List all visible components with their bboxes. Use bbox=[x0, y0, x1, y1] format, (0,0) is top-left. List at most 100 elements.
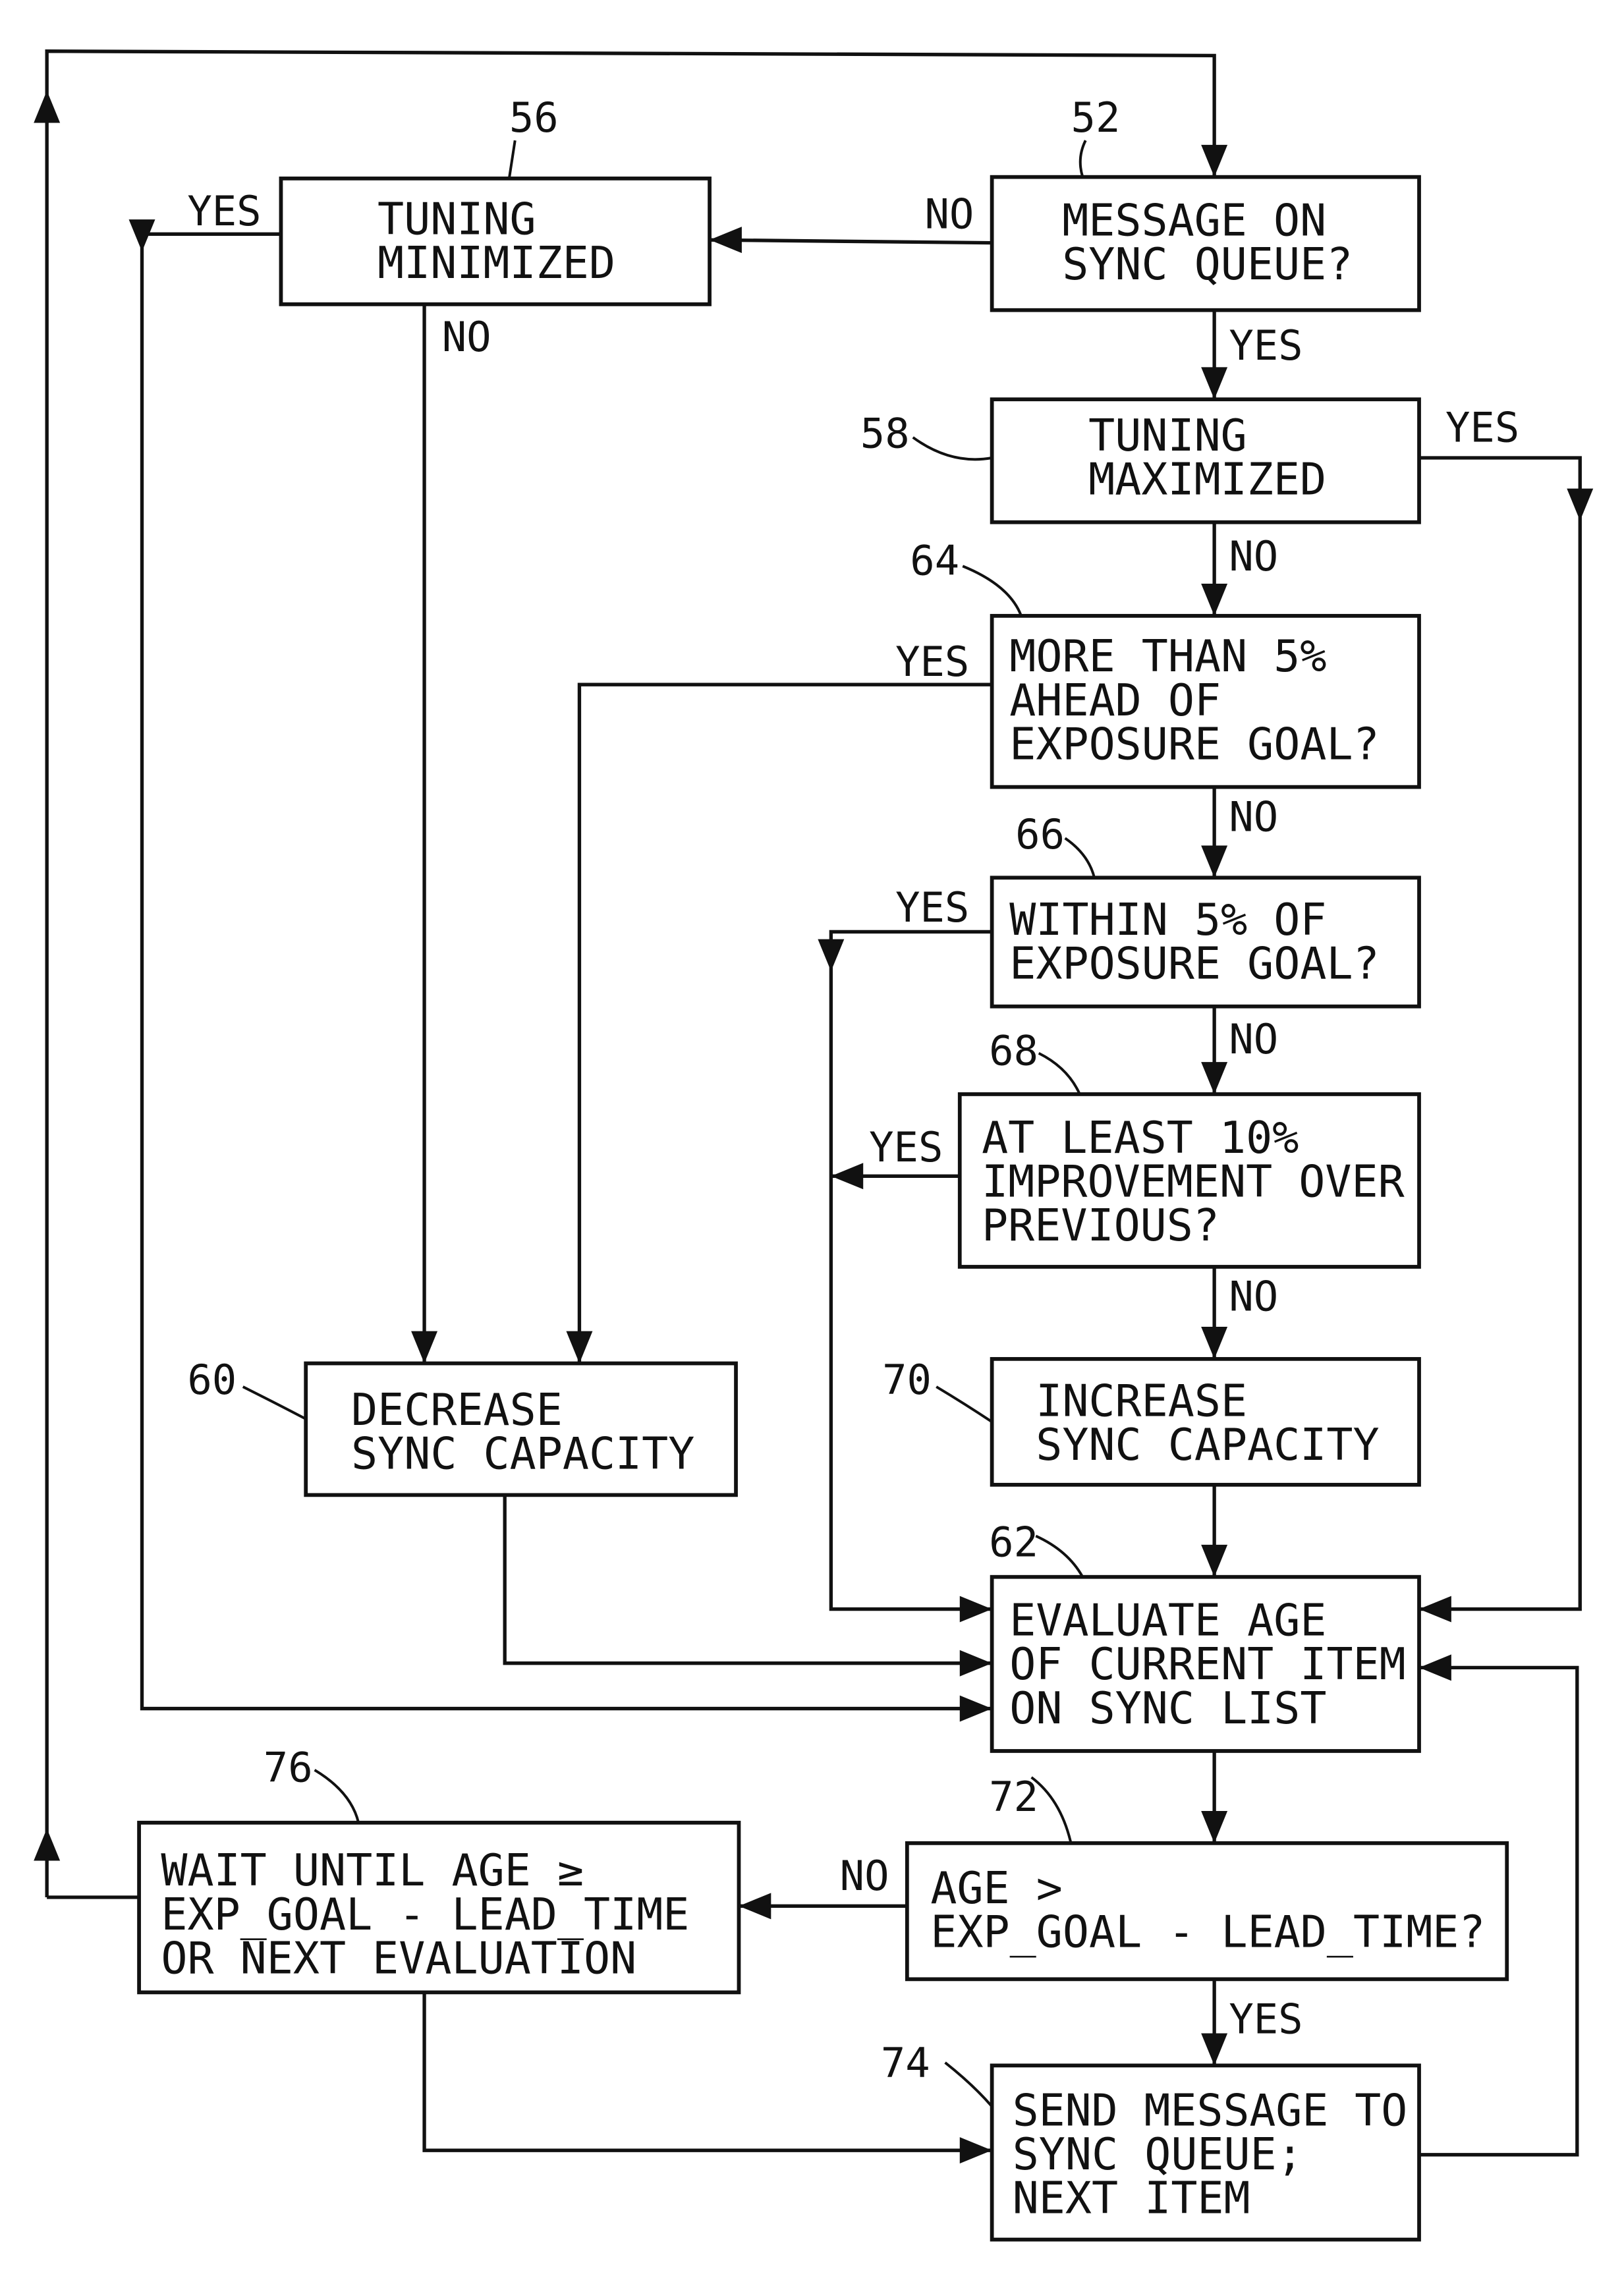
box-text-line: EXP_GOAL - LEAD_TIME? bbox=[930, 1906, 1485, 1958]
arrowhead-icon bbox=[1201, 1327, 1228, 1359]
edge-label-52-no: NO bbox=[924, 190, 974, 238]
edge-label-66-yes: YES bbox=[895, 883, 969, 932]
process-box-56: TUNINGMINIMIZED56 bbox=[279, 94, 712, 306]
process-box-72: AGE >EXP_GOAL - LEAD_TIME?72 bbox=[905, 1773, 1509, 1982]
edge-label-58-yes: YES bbox=[1445, 404, 1519, 452]
box-text-line: SYNC CAPACITY bbox=[1036, 1419, 1379, 1470]
connector-56-to-60 bbox=[411, 304, 438, 1364]
connector-60-to-62 bbox=[503, 1495, 992, 1677]
process-box-76: WAIT UNTIL AGE ≥EXP_GOAL - LEAD_TIMEOR N… bbox=[137, 1744, 741, 1995]
arrowhead-icon bbox=[1201, 1544, 1228, 1577]
arrowhead-icon bbox=[1201, 1062, 1228, 1094]
arrowhead-icon bbox=[739, 1893, 771, 1920]
connector-line bbox=[503, 1495, 992, 1665]
connector-64-to-60 bbox=[566, 682, 992, 1364]
leader-line bbox=[1038, 1051, 1081, 1095]
reference-numeral: 66 bbox=[1015, 810, 1065, 858]
connector-line bbox=[829, 930, 992, 1611]
edge-label-64-no: NO bbox=[1229, 793, 1278, 841]
arrowhead-icon bbox=[1201, 2033, 1228, 2066]
reference-numeral: 68 bbox=[989, 1027, 1038, 1075]
connector-66-to-68 bbox=[1201, 1006, 1228, 1094]
arrowhead-icon bbox=[831, 1163, 864, 1190]
process-box-70: INCREASESYNC CAPACITY70 bbox=[882, 1356, 1421, 1487]
edge-label-56-yes: YES bbox=[187, 187, 261, 235]
arrowhead-icon bbox=[566, 1331, 593, 1364]
arrowhead-icon bbox=[411, 1331, 438, 1364]
connector-70-to-62 bbox=[1201, 1484, 1228, 1577]
reference-numeral: 76 bbox=[264, 1744, 313, 1792]
box-text-line: SYNC CAPACITY bbox=[351, 1428, 694, 1479]
leader-line bbox=[242, 1385, 307, 1420]
edge-label-68-no: NO bbox=[1229, 1273, 1278, 1321]
box-text-line: EXPOSURE GOAL? bbox=[1009, 938, 1379, 989]
box-text-line: SYNC QUEUE? bbox=[1062, 238, 1353, 290]
arrowhead-icon bbox=[1201, 1810, 1228, 1843]
leader-line bbox=[944, 2061, 994, 2107]
flowchart: MESSAGE ONSYNC QUEUE?52TUNINGMINIMIZED56… bbox=[34, 49, 1594, 2242]
process-box-66: WITHIN 5% OFEXPOSURE GOAL?66 bbox=[990, 810, 1421, 1009]
process-box-52: MESSAGE ONSYNC QUEUE?52 bbox=[990, 94, 1421, 312]
leader-line bbox=[962, 565, 1022, 617]
leader-line bbox=[1064, 837, 1096, 878]
box-text-line: EXPOSURE GOAL? bbox=[1009, 718, 1379, 769]
arrowhead-icon bbox=[34, 1828, 61, 1861]
arrowhead-icon bbox=[959, 1596, 992, 1623]
reference-numeral: 56 bbox=[509, 94, 559, 142]
connector-58-to-62 bbox=[1419, 456, 1594, 1623]
reference-numeral: 64 bbox=[910, 537, 959, 585]
arrowhead-icon bbox=[34, 90, 61, 123]
edge-label-68-yes: YES bbox=[869, 1123, 943, 1171]
connector-62-to-72 bbox=[1201, 1750, 1228, 1843]
edge-label-58-no: NO bbox=[1229, 532, 1278, 580]
edge-label-64-yes: YES bbox=[895, 638, 969, 686]
connector-72-to-74 bbox=[1201, 1979, 1228, 2066]
connector-58-to-64 bbox=[1201, 522, 1228, 616]
process-box-layer: MESSAGE ONSYNC QUEUE?52TUNINGMINIMIZED56… bbox=[137, 94, 1509, 2242]
arrowhead-icon bbox=[1201, 583, 1228, 616]
reference-numeral: 58 bbox=[860, 409, 910, 457]
process-box-62: EVALUATE AGEOF CURRENT ITEMON SYNC LIST6… bbox=[989, 1518, 1421, 1753]
process-box-58: TUNINGMAXIMIZED58 bbox=[860, 397, 1421, 524]
edge-label-72-no: NO bbox=[840, 1852, 889, 1900]
edge-label-52-yes: YES bbox=[1229, 321, 1302, 370]
connector-line bbox=[577, 682, 992, 1364]
arrowhead-icon bbox=[959, 2137, 992, 2164]
connector-line bbox=[1419, 456, 1582, 1611]
connector-66-to-62 bbox=[818, 930, 992, 1623]
reference-numeral: 70 bbox=[882, 1356, 932, 1404]
box-text-line: ON SYNC LIST bbox=[1009, 1683, 1326, 1734]
reference-numeral: 60 bbox=[187, 1356, 237, 1404]
leader-line bbox=[912, 436, 992, 461]
reference-numeral: 74 bbox=[881, 2039, 930, 2087]
leader-line bbox=[936, 1385, 993, 1424]
leader-line bbox=[1035, 1534, 1084, 1578]
arrowhead-icon bbox=[818, 939, 845, 972]
box-text-line: MAXIMIZED bbox=[1088, 454, 1326, 505]
box-text-line: OR NEXT EVALUATION bbox=[161, 1932, 636, 1984]
box-text-line: NEXT ITEM bbox=[1013, 2173, 1250, 2224]
arrowhead-icon bbox=[1419, 1654, 1451, 1681]
arrowhead-icon bbox=[1201, 144, 1228, 177]
arrowhead-icon bbox=[959, 1695, 992, 1722]
connector-64-to-66 bbox=[1201, 787, 1228, 878]
connector-68-to-70 bbox=[1201, 1266, 1228, 1359]
arrowhead-icon bbox=[710, 227, 742, 254]
process-box-68: AT LEAST 10%IMPROVEMENT OVERPREVIOUS?68 bbox=[957, 1027, 1421, 1269]
leader-line bbox=[507, 140, 517, 179]
reference-numeral: 62 bbox=[989, 1518, 1038, 1567]
arrowhead-icon bbox=[959, 1650, 992, 1677]
arrowhead-icon bbox=[1567, 488, 1594, 521]
process-box-60: DECREASESYNC CAPACITY60 bbox=[187, 1356, 738, 1497]
reference-numeral: 72 bbox=[989, 1773, 1038, 1821]
arrowhead-icon bbox=[1419, 1596, 1451, 1623]
leader-line bbox=[314, 1769, 360, 1823]
box-text-line: MINIMIZED bbox=[378, 237, 615, 289]
reference-numeral: 52 bbox=[1071, 94, 1121, 142]
box-text-line: PREVIOUS? bbox=[982, 1200, 1219, 1251]
edge-label-66-no: NO bbox=[1229, 1015, 1278, 1063]
arrowhead-icon bbox=[1201, 367, 1228, 400]
arrowhead-icon bbox=[1201, 845, 1228, 878]
connector-line bbox=[710, 238, 992, 245]
leader-line bbox=[1078, 140, 1087, 178]
